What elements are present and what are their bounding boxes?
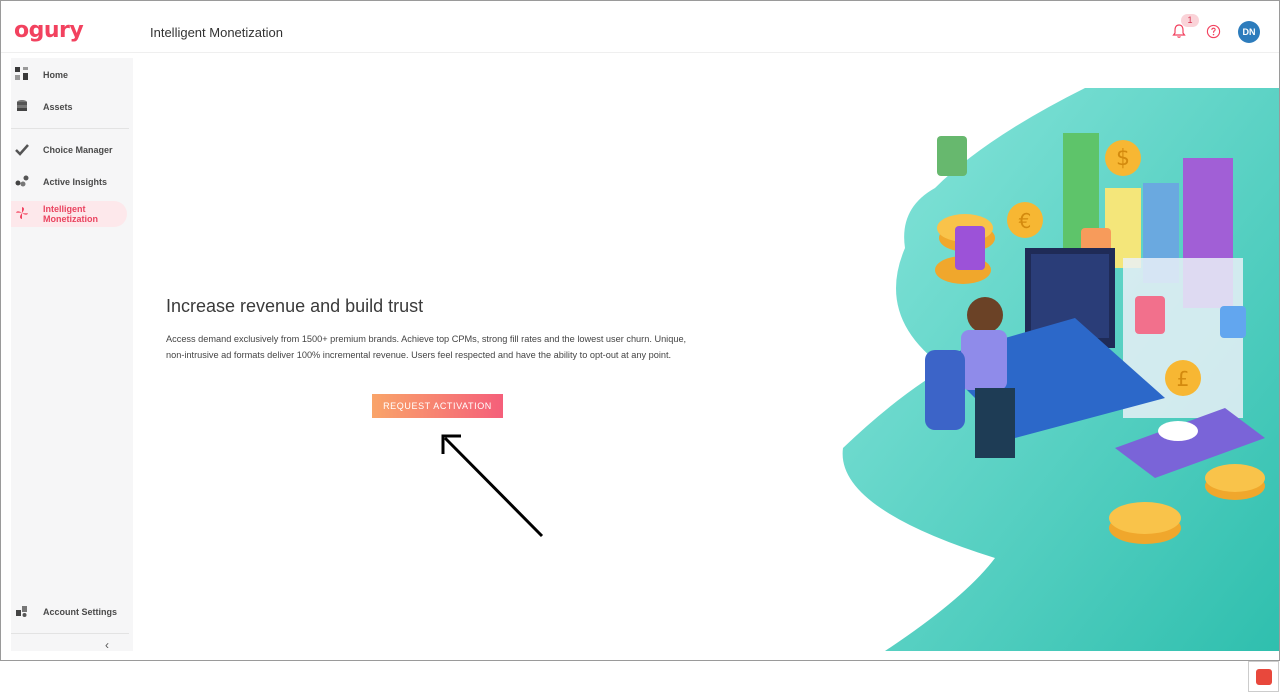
description: Access demand exclusively from 1500+ pre… xyxy=(166,334,687,360)
sidebar-item-label: Active Insights xyxy=(43,177,108,187)
svg-text:$: $ xyxy=(1116,146,1130,171)
help-icon[interactable] xyxy=(1206,24,1221,39)
app-window: ogury Intelligent Monetization 1 DN Home xyxy=(0,0,1280,661)
sidebar-divider xyxy=(11,633,129,634)
sidebar: Home Assets Choice Manager Active Insigh… xyxy=(11,58,133,652)
grid-icon xyxy=(15,67,28,80)
ogury-logo[interactable]: ogury xyxy=(14,17,84,45)
sidebar-item-account-settings[interactable]: Account Settings xyxy=(11,599,127,625)
pointer-arrow-icon xyxy=(441,434,544,538)
svg-text:€: € xyxy=(1019,209,1032,233)
headline: Increase revenue and build trust xyxy=(166,296,424,316)
sidebar-item-label: Assets xyxy=(43,102,73,112)
pinwheel-icon xyxy=(16,207,28,219)
sidebar-item-home[interactable]: Home xyxy=(11,62,127,88)
workspace-illustration: $ € £ xyxy=(842,88,1279,651)
sidebar-item-active-insights[interactable]: Active Insights xyxy=(11,169,127,195)
top-bar: ogury Intelligent Monetization 1 DN xyxy=(1,1,1279,53)
settings-icon xyxy=(16,606,27,617)
insights-icon xyxy=(15,175,29,187)
sidebar-item-assets[interactable]: Assets xyxy=(11,94,127,120)
sidebar-item-label: Choice Manager xyxy=(43,145,113,155)
svg-text:£: £ xyxy=(1177,367,1190,391)
widget-icon xyxy=(1256,669,1272,685)
main-content: Increase revenue and build trust Access … xyxy=(135,58,1279,651)
sidebar-item-label: Account Settings xyxy=(43,607,118,617)
request-activation-button[interactable]: REQUEST ACTIVATION xyxy=(372,394,503,418)
checkmark-icon xyxy=(15,144,29,156)
stack-icon xyxy=(17,100,27,111)
sidebar-item-label: Intelligent Monetization xyxy=(43,204,98,224)
notification-badge: 1 xyxy=(1181,14,1199,27)
user-avatar[interactable]: DN xyxy=(1238,21,1260,43)
page-title: Intelligent Monetization xyxy=(150,25,283,40)
sidebar-item-label: Home xyxy=(43,70,69,80)
sidebar-item-intelligent-monetization[interactable]: Intelligent Monetization xyxy=(11,201,127,227)
sidebar-divider xyxy=(11,128,129,129)
corner-widget-button[interactable] xyxy=(1248,661,1279,692)
sidebar-item-choice-manager[interactable]: Choice Manager xyxy=(11,137,127,163)
collapse-sidebar-button[interactable]: ‹ xyxy=(105,638,109,652)
